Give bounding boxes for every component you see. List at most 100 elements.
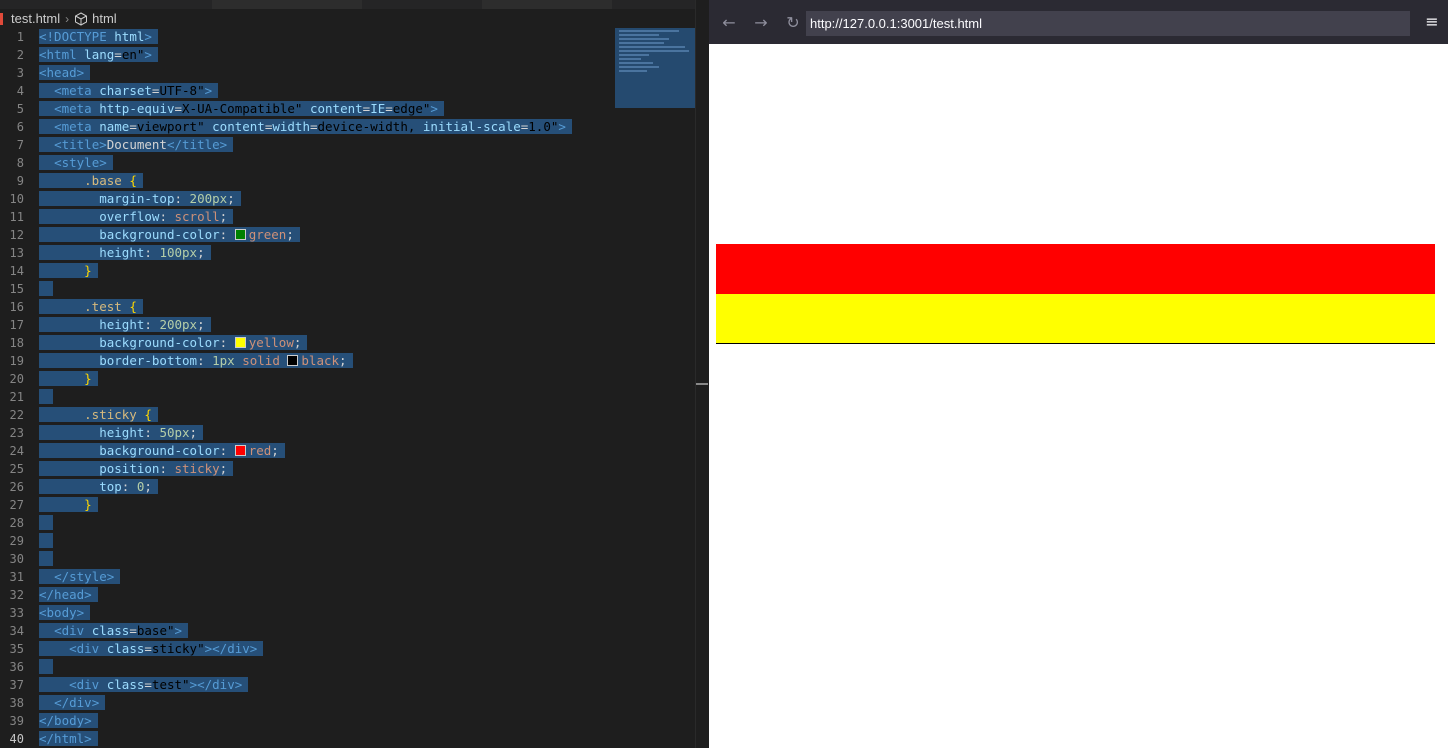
code-line[interactable]: 11 overflow: scroll; xyxy=(0,208,700,226)
breadcrumb: test.html › html xyxy=(0,9,708,28)
line-number: 6 xyxy=(16,120,24,134)
line-text: background-color: yellow; xyxy=(39,334,308,352)
line-text: <title>Document</title> xyxy=(39,136,234,154)
hamburger-menu-icon[interactable]: ≡ xyxy=(1422,12,1442,32)
line-text: </div> xyxy=(39,694,106,712)
code-line[interactable]: 14 } xyxy=(0,262,700,280)
code-line[interactable]: 36 xyxy=(0,658,700,676)
code-line[interactable]: 3 <head> xyxy=(0,64,700,82)
line-text: </style> xyxy=(39,568,121,586)
code-line[interactable]: 21 xyxy=(0,388,700,406)
code-line[interactable]: 24 background-color: red; xyxy=(0,442,700,460)
line-number: 24 xyxy=(9,444,24,458)
editor-scrollbar[interactable] xyxy=(695,0,708,748)
code-line[interactable]: 2 <html lang=en"> xyxy=(0,46,700,64)
line-text: <!DOCTYPE html> xyxy=(39,28,158,46)
chevron-right-icon: › xyxy=(65,11,70,26)
line-text: <head> xyxy=(39,64,91,82)
code-line[interactable]: 12 background-color: green; xyxy=(0,226,700,244)
line-text: <body> xyxy=(39,604,91,622)
code-line[interactable]: 39 </body> xyxy=(0,712,700,730)
code-line[interactable]: 33 <body> xyxy=(0,604,700,622)
line-number: 5 xyxy=(16,102,24,116)
line-number: 9 xyxy=(16,174,24,188)
line-number: 37 xyxy=(9,678,24,692)
line-number: 11 xyxy=(9,210,24,224)
code-line[interactable]: 23 height: 50px; xyxy=(0,424,700,442)
line-number: 39 xyxy=(9,714,24,728)
code-line[interactable]: 31 </style> xyxy=(0,568,700,586)
code-line[interactable]: 7 <title>Document</title> xyxy=(0,136,700,154)
code-line[interactable]: 38 </div> xyxy=(0,694,700,712)
code-line[interactable]: 16 .test { xyxy=(0,298,700,316)
breadcrumb-symbol[interactable]: html xyxy=(92,11,117,26)
line-number: 25 xyxy=(9,462,24,476)
code-line[interactable]: 29 xyxy=(0,532,700,550)
code-line[interactable]: 22 .sticky { xyxy=(0,406,700,424)
line-text xyxy=(39,280,53,298)
line-number: 20 xyxy=(9,372,24,386)
code-line[interactable]: 28 xyxy=(0,514,700,532)
line-text: background-color: red; xyxy=(39,442,285,460)
url-bar[interactable]: http://127.0.0.1:3001/test.html xyxy=(806,11,1410,36)
line-text: <meta charset=UTF-8"> xyxy=(39,82,219,100)
line-number: 14 xyxy=(9,264,24,278)
line-number: 35 xyxy=(9,642,24,656)
code-line[interactable]: 27 } xyxy=(0,496,700,514)
reload-icon[interactable]: ↻ xyxy=(781,10,805,34)
code-line[interactable]: 17 height: 200px; xyxy=(0,316,700,334)
line-text: </html> xyxy=(39,730,98,748)
code-line[interactable]: 26 top: 0; xyxy=(0,478,700,496)
line-text: border-bottom: 1px solid black; xyxy=(39,352,353,370)
code-line[interactable]: 37 <div class=test"></div> xyxy=(0,676,700,694)
line-number: 38 xyxy=(9,696,24,710)
code-line[interactable]: 18 background-color: yellow; xyxy=(0,334,700,352)
code-line[interactable]: 4 <meta charset=UTF-8"> xyxy=(0,82,700,100)
line-number: 8 xyxy=(16,156,24,170)
code-line[interactable]: 32 </head> xyxy=(0,586,700,604)
line-text: <meta http-equiv=X-UA-Compatible" conten… xyxy=(39,100,444,118)
code-line[interactable]: 6 <meta name=viewport" content=width=dev… xyxy=(0,118,700,136)
line-text: margin-top: 200px; xyxy=(39,190,241,208)
line-number: 26 xyxy=(9,480,24,494)
line-text: position: sticky; xyxy=(39,460,234,478)
line-number: 10 xyxy=(9,192,24,206)
line-text: overflow: scroll; xyxy=(39,208,234,226)
code-line[interactable]: 35 <div class=sticky"></div> xyxy=(0,640,700,658)
code-line[interactable]: 1 <!DOCTYPE html> xyxy=(0,28,700,46)
code-line[interactable]: 20 } xyxy=(0,370,700,388)
line-number: 3 xyxy=(16,66,24,80)
code-line[interactable]: 10 margin-top: 200px; xyxy=(0,190,700,208)
line-text: <meta name=viewport" content=width=devic… xyxy=(39,118,572,136)
line-text: top: 0; xyxy=(39,478,158,496)
line-number: 33 xyxy=(9,606,24,620)
editor-tab-strip xyxy=(0,0,708,9)
code-line[interactable]: 5 <meta http-equiv=X-UA-Compatible" cont… xyxy=(0,100,700,118)
line-text: height: 200px; xyxy=(39,316,211,334)
line-number: 40 xyxy=(9,732,24,746)
code-line[interactable]: 15 xyxy=(0,280,700,298)
test-yellow-block xyxy=(716,294,1435,344)
forward-arrow-icon[interactable]: → xyxy=(749,10,773,34)
modified-marker xyxy=(0,12,3,25)
code-line[interactable]: 34 <div class=base"> xyxy=(0,622,700,640)
code-line[interactable]: 30 xyxy=(0,550,700,568)
code-line[interactable]: 13 height: 100px; xyxy=(0,244,700,262)
code-line[interactable]: 40 </html> xyxy=(0,730,700,748)
code-line[interactable]: 25 position: sticky; xyxy=(0,460,700,478)
back-arrow-icon[interactable]: ← xyxy=(717,10,741,34)
line-text: <style> xyxy=(39,154,113,172)
line-text: <html lang=en"> xyxy=(39,46,158,64)
code-line[interactable]: 9 .base { xyxy=(0,172,700,190)
code-editor[interactable]: test.html › html 1 <!DOCTYPE html> 2 <html … xyxy=(0,0,708,748)
line-text: <div class=sticky"></div> xyxy=(39,640,264,658)
breadcrumb-file[interactable]: test.html xyxy=(11,11,60,26)
code-line[interactable]: 19 border-bottom: 1px solid black; xyxy=(0,352,700,370)
code-line[interactable]: 8 <style> xyxy=(0,154,700,172)
minimap[interactable] xyxy=(615,28,695,108)
code-lines[interactable]: 1 <!DOCTYPE html> 2 <html lang=en"> 3 <head> 4… xyxy=(0,28,700,748)
line-text: </body> xyxy=(39,712,98,730)
line-number: 19 xyxy=(9,354,24,368)
line-number: 2 xyxy=(16,48,24,62)
line-text xyxy=(39,550,53,568)
